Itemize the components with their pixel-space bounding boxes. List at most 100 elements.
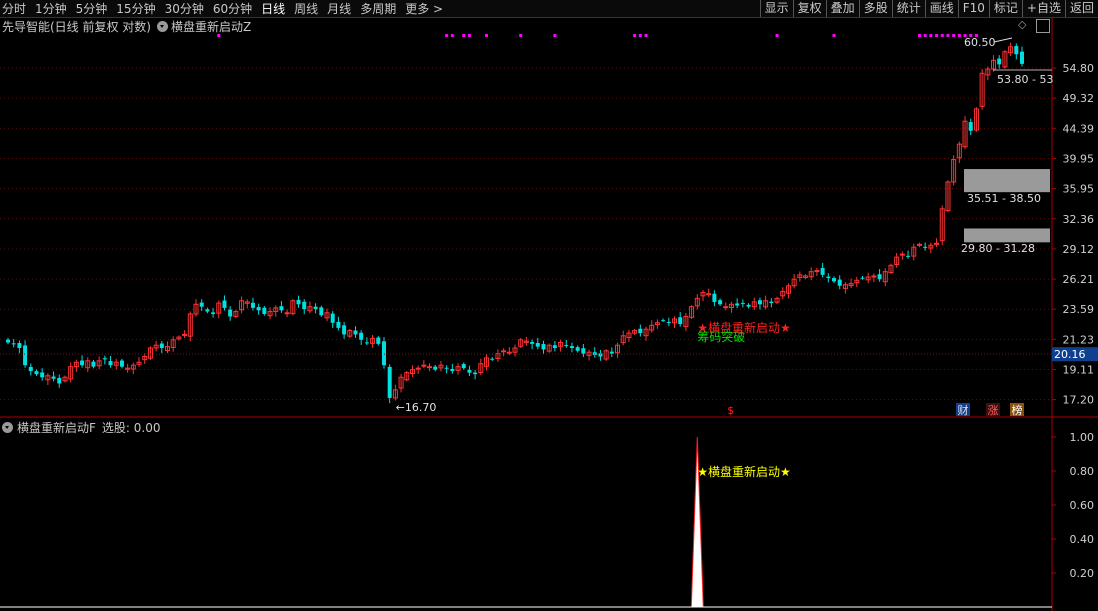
y-tick-label-10: 19.11 bbox=[1063, 363, 1095, 376]
candle-body-78 bbox=[450, 369, 455, 372]
candle-body-67 bbox=[387, 366, 392, 398]
candle-body-177 bbox=[1014, 46, 1019, 55]
y-tick-label-7: 26.21 bbox=[1063, 273, 1095, 286]
candle-body-54 bbox=[313, 306, 318, 310]
candle-body-82 bbox=[473, 372, 478, 375]
top-marker-dot-5 bbox=[485, 34, 489, 37]
candle-body-93 bbox=[535, 343, 540, 347]
top-marker-dot-8 bbox=[633, 34, 637, 37]
gap-label-2: 29.80 - 31.28 bbox=[961, 242, 1035, 255]
y-tick-label-6: 29.12 bbox=[1063, 243, 1095, 256]
candle-body-4 bbox=[28, 366, 33, 372]
sub-y-tick-label-0: 1.00 bbox=[1070, 431, 1095, 444]
top-marker-dot-20 bbox=[957, 34, 961, 37]
candle-body-20 bbox=[119, 360, 124, 367]
gap-box-2 bbox=[964, 228, 1050, 243]
candle-body-15 bbox=[91, 361, 96, 367]
candle-body-9 bbox=[57, 377, 62, 384]
candle-body-81 bbox=[467, 369, 472, 373]
candle-body-92 bbox=[530, 341, 535, 344]
top-marker-dot-14 bbox=[923, 34, 927, 37]
chart-canvas[interactable]: 54.80 49.32 44.39 39.95 35.95 32.36 29.12 26.21… bbox=[0, 0, 1098, 611]
candle-body-80 bbox=[461, 364, 466, 369]
candle-body-146 bbox=[837, 279, 842, 286]
top-marker-dot-0 bbox=[217, 34, 221, 37]
candle-body-65 bbox=[376, 337, 381, 344]
candle-body-157 bbox=[899, 253, 905, 256]
candle-body-153 bbox=[877, 274, 882, 280]
candle-body-77 bbox=[444, 367, 449, 369]
candle-body-99 bbox=[569, 346, 574, 348]
candle-body-111 bbox=[638, 328, 643, 334]
candle-body-34 bbox=[199, 302, 204, 307]
candle-body-134 bbox=[769, 301, 774, 304]
candle-body-48 bbox=[279, 306, 284, 311]
candle-body-87 bbox=[501, 350, 507, 353]
y-tick-label-9: 21.23 bbox=[1063, 333, 1095, 346]
top-marker-dot-11 bbox=[775, 34, 779, 37]
gap-label-1: 35.51 - 38.50 bbox=[967, 192, 1041, 205]
candle-body-88 bbox=[506, 351, 512, 354]
candle-body-85 bbox=[490, 358, 495, 360]
candle-body-3 bbox=[23, 345, 28, 366]
top-marker-dot-15 bbox=[929, 34, 933, 37]
candle-body-94 bbox=[541, 344, 546, 350]
current-price-label: 20.16 bbox=[1054, 348, 1086, 361]
top-marker-dot-10 bbox=[644, 34, 648, 37]
top-marker-dot-12 bbox=[832, 34, 836, 37]
candle-body-125 bbox=[718, 300, 723, 305]
top-marker-dot-7 bbox=[553, 34, 557, 37]
candle-body-123 bbox=[706, 293, 712, 296]
candle-body-55 bbox=[319, 307, 324, 316]
top-marker-dot-17 bbox=[940, 34, 944, 37]
top-marker-dot-16 bbox=[935, 34, 939, 37]
sub-y-tick-label-2: 0.60 bbox=[1070, 499, 1095, 512]
candle-body-143 bbox=[820, 268, 825, 275]
candle-body-124 bbox=[712, 293, 717, 302]
candle-body-98 bbox=[564, 345, 569, 347]
candle-body-178 bbox=[1020, 51, 1024, 64]
candle-body-174 bbox=[997, 58, 1002, 65]
candle-body-58 bbox=[336, 321, 341, 328]
candle-body-150 bbox=[860, 277, 865, 279]
candle-body-43 bbox=[250, 302, 255, 308]
candle-body-13 bbox=[80, 360, 85, 366]
candle-body-72 bbox=[415, 367, 421, 370]
badge-label-1: 涨 bbox=[988, 404, 999, 417]
candle-body-66 bbox=[381, 341, 386, 366]
candle-body-57 bbox=[330, 313, 335, 323]
candle-body-106 bbox=[609, 351, 614, 354]
candle-body-96 bbox=[552, 345, 557, 348]
candle-body-130 bbox=[746, 304, 751, 307]
candle-body-2 bbox=[17, 343, 22, 348]
candle-body-5 bbox=[34, 371, 39, 375]
gap-label-0: 53.80 - 53 bbox=[997, 73, 1053, 86]
y-tick-label-3: 39.95 bbox=[1063, 152, 1095, 165]
candle-body-38 bbox=[222, 300, 227, 308]
candle-body-74 bbox=[427, 366, 433, 369]
candle-body-62 bbox=[359, 332, 364, 340]
candle-body-61 bbox=[353, 330, 358, 335]
top-marker-dot-1 bbox=[445, 34, 449, 37]
candle-body-145 bbox=[832, 278, 837, 282]
candle-body-75 bbox=[433, 366, 438, 370]
candle-body-73 bbox=[421, 364, 427, 367]
candle-body-52 bbox=[302, 301, 307, 310]
gap-box-1 bbox=[964, 169, 1050, 193]
candle-body-144 bbox=[826, 276, 831, 279]
badge-label-2: 榜 bbox=[1012, 403, 1023, 417]
y-tick-label-0: 54.80 bbox=[1063, 62, 1095, 75]
badge-label-0: 财 bbox=[958, 403, 969, 417]
chip-breakthrough-text: 筹码突破 bbox=[697, 329, 745, 344]
candle-body-1 bbox=[11, 343, 16, 345]
candle-body-161 bbox=[923, 246, 928, 248]
y-tick-label-4: 35.95 bbox=[1063, 183, 1095, 196]
candle-body-142 bbox=[814, 270, 820, 273]
y-tick-label-11: 17.20 bbox=[1063, 394, 1095, 407]
top-marker-dot-13 bbox=[917, 34, 921, 37]
candle-body-158 bbox=[906, 255, 911, 257]
candle-body-31 bbox=[182, 333, 188, 336]
candle-body-115 bbox=[661, 320, 666, 322]
candle-body-118 bbox=[678, 317, 683, 325]
candle-body-129 bbox=[740, 302, 745, 304]
